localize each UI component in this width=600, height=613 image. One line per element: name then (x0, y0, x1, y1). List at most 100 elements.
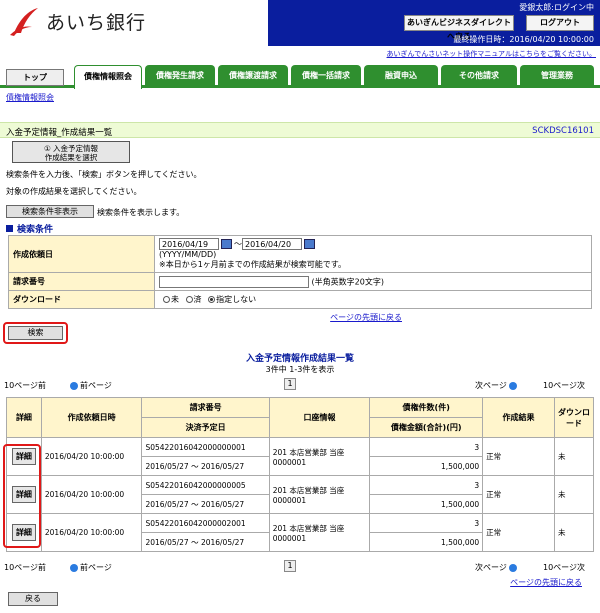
radio-label: 指定しない (216, 295, 257, 304)
row-amount: 1,500,000 (369, 456, 484, 476)
date-label: 作成依頼日 (8, 235, 155, 273)
calendar-icon[interactable] (304, 239, 315, 249)
tab-issuance[interactable]: 債権発生請求 (145, 65, 215, 87)
col-settlement: 決済予定日 (141, 417, 270, 438)
request-note: (半角英数字20文字) (311, 277, 384, 286)
row-result: 正常 (482, 475, 555, 514)
calendar-icon[interactable] (221, 239, 232, 249)
row-settlement: 2016/05/27 〜 2016/05/27 (141, 532, 270, 552)
next10-label: 10ページ次 (543, 381, 586, 390)
last-operation-time: 最終操作日時：2016/04/20 10:00:00 (453, 35, 594, 44)
tab-management[interactable]: 管理業務 (520, 65, 594, 87)
prev-page[interactable]: 前ページ (68, 562, 112, 573)
table-row: 詳細 2016/04/20 10:00:00 S0542201604200000… (6, 437, 595, 476)
section-title: 検索条件 (6, 222, 53, 235)
col-request-no: 請求番号 (141, 397, 270, 418)
step-line-1: ① 入金予定情報 (43, 144, 99, 153)
radio-not-downloaded[interactable] (163, 296, 170, 303)
col-result: 作成結果 (482, 397, 555, 438)
row-account: 201 本店営業部 当座 0000001 (268, 475, 371, 514)
radio-label: 未 (171, 295, 179, 304)
row-account: 201 本店営業部 当座 0000001 (268, 513, 371, 552)
page-title-bar: 入金予定情報_作成結果一覧 SCKDSC16101 (0, 122, 600, 138)
tab-transfer[interactable]: 債権譲渡請求 (218, 65, 288, 87)
page-number[interactable]: 1 (284, 378, 296, 390)
manual-link[interactable]: あいぎんでんさいネット操作マニュアルはこちらをご覧ください。 (387, 49, 596, 59)
next-label: 次ページ (475, 563, 507, 572)
next10-label: 10ページ次 (543, 563, 586, 572)
col-detail: 詳細 (6, 397, 42, 438)
col-amount: 債権金額(合計)(円) (369, 417, 484, 438)
prev-page[interactable]: 前ページ (68, 380, 112, 391)
col-date: 作成依頼日時 (40, 397, 143, 438)
row-count: 3 (369, 437, 484, 457)
row-result: 正常 (482, 513, 555, 552)
results-count: 3件中 1-3件を表示 (265, 365, 335, 374)
row-account: 201 本店営業部 当座 0000001 (268, 437, 371, 476)
prev-icon (70, 563, 78, 572)
results-table: 詳細 作成依頼日時 請求番号 口座情報 債権件数(件) 作成結果 ダウンロード … (6, 397, 595, 552)
request-input[interactable] (159, 275, 309, 288)
col-download: ダウンロード (553, 397, 595, 438)
page-top-link[interactable]: ページの先頭に戻る (330, 312, 402, 323)
tab-loan[interactable]: 融資申込 (364, 65, 438, 87)
row-date: 2016/04/20 10:00:00 (40, 513, 143, 552)
next-icon (508, 563, 517, 572)
next-page[interactable]: 次ページ (475, 562, 519, 573)
row-settlement: 2016/05/27 〜 2016/05/27 (141, 456, 270, 476)
table-row: 詳細 2016/04/20 10:00:00 S0542201604200000… (6, 475, 595, 514)
prev10-label: 10ページ前 (4, 381, 47, 390)
radio-downloaded[interactable] (185, 296, 193, 303)
page-top-link[interactable]: ページの先頭に戻る (510, 577, 582, 588)
row-count: 3 (369, 513, 484, 533)
next-page[interactable]: 次ページ (475, 380, 519, 391)
row-count: 3 (369, 475, 484, 495)
page-title: 入金予定情報_作成結果一覧 (6, 128, 113, 138)
row-request-no: S05422016042000002001 (141, 513, 270, 533)
back-button[interactable]: 戻る (8, 592, 58, 606)
request-label: 請求番号 (8, 272, 155, 291)
bank-name: あいち銀行 (46, 12, 147, 34)
prev10-label: 10ページ前 (4, 563, 47, 572)
toggle-search-button[interactable]: 検索条件非表示 (6, 205, 94, 218)
tab-receivable-inquiry[interactable]: 債権情報照会 (74, 65, 142, 89)
prev-label: 前ページ (80, 563, 112, 572)
subnav-link[interactable]: 債権情報照会 (6, 92, 54, 103)
row-request-no: S05422016042000000005 (141, 475, 270, 495)
row-settlement: 2016/05/27 〜 2016/05/27 (141, 494, 270, 514)
logout-button[interactable]: ログアウト (526, 15, 594, 31)
row-result: 正常 (482, 437, 555, 476)
main-tabs: トップ 債権情報照会 債権発生請求 債権譲渡請求 債権一括請求 融資申込 その他… (0, 62, 600, 89)
prev-icon (70, 381, 78, 390)
search-button[interactable]: 検索 (8, 326, 63, 340)
table-row: 詳細 2016/04/20 10:00:00 S0542201604200000… (6, 513, 595, 552)
user-status: 愛銀太郎:ログイン中 (519, 3, 594, 12)
radio-unspecified[interactable] (208, 296, 216, 303)
direct-return-button[interactable]: あいぎんビジネスダイレクトへ戻る (404, 15, 514, 41)
date-note: ※本日から1ヶ月前までの作成結果が検索可能です。 (159, 260, 346, 269)
col-account: 口座情報 (268, 397, 371, 438)
row-date: 2016/04/20 10:00:00 (40, 475, 143, 514)
step-indicator: ① 入金予定情報 作成結果を選択 (12, 141, 130, 163)
next-label: 次ページ (475, 381, 507, 390)
instruction-1: 検索条件を入力後、「検索」ボタンを押してください。 (6, 170, 202, 179)
instruction-2: 対象の作成結果を選択してください。 (6, 187, 142, 196)
prev-label: 前ページ (80, 381, 112, 390)
date-format: (YYYY/MM/DD) (159, 250, 217, 259)
tab-top[interactable]: トップ (6, 69, 64, 86)
col-count: 債権件数(件) (369, 397, 484, 418)
bank-logo-icon (10, 8, 38, 36)
tab-bulk[interactable]: 債権一括請求 (291, 65, 361, 87)
tab-other[interactable]: その他請求 (441, 65, 517, 87)
row-download: 未 (553, 437, 595, 476)
date-to-input[interactable]: 2016/04/20 (242, 238, 302, 250)
search-table: 作成依頼日 2016/04/19 〜 2016/04/20 (YYYY/MM/DD)… (8, 235, 592, 309)
page-number[interactable]: 1 (284, 560, 296, 572)
date-from-input[interactable]: 2016/04/19 (159, 238, 219, 250)
download-label: ダウンロード (8, 290, 155, 309)
row-download: 未 (553, 475, 595, 514)
results-title: 入金予定情報作成結果一覧 (245, 354, 354, 364)
highlight-detail-buttons (3, 444, 41, 548)
header-panel: 愛銀太郎:ログイン中 あいぎんビジネスダイレクトへ戻る ログアウト 最終操作日時… (268, 0, 600, 46)
screen-code: SCKDSC16101 (532, 126, 594, 136)
